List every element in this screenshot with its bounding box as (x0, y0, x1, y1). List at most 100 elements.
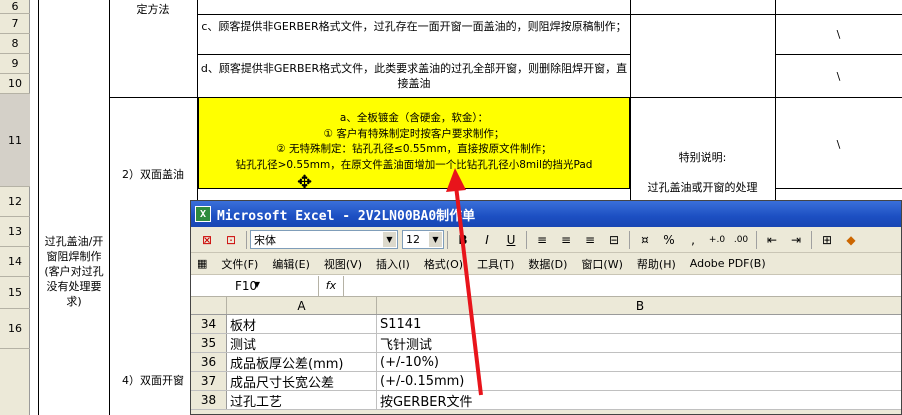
formula-input[interactable] (343, 275, 901, 296)
row-number[interactable]: 12 (0, 187, 30, 217)
move-cursor-icon: ✥ (297, 172, 313, 193)
cell-b[interactable]: (+/-10%) (377, 353, 901, 371)
cell-a[interactable]: 板材 (227, 315, 377, 333)
sheet-icon[interactable]: ▦ (197, 257, 207, 270)
na-mark: \ (836, 28, 841, 41)
cell-b[interactable]: 按GERBER文件 (377, 391, 901, 410)
font-name-select[interactable]: 宋体 ▼ (250, 230, 398, 249)
menu-file[interactable]: 文件(F) (221, 256, 258, 272)
borders-icon[interactable]: ⊞ (817, 230, 837, 250)
grid-line (630, 97, 902, 98)
name-box[interactable]: F10 ▼ (191, 275, 319, 296)
row-number[interactable]: 8 (0, 34, 30, 54)
menu-help[interactable]: 帮助(H) (637, 256, 676, 272)
decrease-decimal-icon[interactable]: .00 (731, 230, 751, 250)
pdf-convert-icon[interactable]: ⊡ (221, 230, 241, 250)
cell-b[interactable]: (+/-0.15mm) (377, 372, 901, 390)
column-header-a[interactable]: A (227, 297, 377, 314)
table-row: 36 成品板厚公差(mm) (+/-10%) (191, 353, 901, 372)
cell-a[interactable]: 过孔工艺 (227, 391, 377, 409)
chevron-down-icon[interactable]: ▼ (254, 280, 260, 289)
currency-icon[interactable]: ¤ (635, 230, 655, 250)
fill-color-icon[interactable]: ◆ (841, 230, 861, 250)
row-number[interactable]: 6 (0, 0, 30, 14)
formatting-toolbar: ⊠ ⊡ 宋体 ▼ 12 ▼ B I U ≡ ≡ ≡ ⊟ ¤ % , +.0 .0… (191, 227, 901, 253)
grid-line (630, 14, 902, 15)
na-mark: \ (836, 70, 841, 83)
table-row: 34 板材 S1141 (191, 315, 901, 334)
window-title: Microsoft Excel - 2V2LN00BA0制作单 (217, 208, 476, 224)
menu-window[interactable]: 窗口(W) (581, 256, 622, 272)
double-cover-label: 2）双面盖油 (122, 168, 184, 181)
select-all-corner[interactable] (191, 297, 227, 314)
row-number[interactable]: 11 (0, 94, 30, 187)
row-number[interactable]: 14 (0, 247, 30, 277)
cell-b[interactable]: S1141 (377, 315, 901, 333)
grid-line (775, 188, 902, 189)
pdf-icon[interactable]: ⊠ (197, 230, 217, 250)
toolbar-separator (447, 230, 448, 249)
comma-icon[interactable]: , (683, 230, 703, 250)
function-icon[interactable]: fx (319, 279, 343, 292)
italic-button[interactable]: I (477, 230, 497, 250)
chevron-down-icon[interactable]: ▼ (429, 232, 442, 247)
excel-window[interactable]: X Microsoft Excel - 2V2LN00BA0制作单 ⊠ ⊡ 宋体… (190, 200, 902, 415)
menu-insert[interactable]: 插入(I) (376, 256, 410, 272)
cell-a[interactable]: 成品尺寸长宽公差 (227, 372, 377, 390)
toolbar-separator (526, 230, 527, 249)
menu-data[interactable]: 数据(D) (528, 256, 567, 272)
toolbar-separator (629, 230, 630, 249)
align-center-icon[interactable]: ≡ (556, 230, 576, 250)
grid-line (109, 0, 110, 415)
indent-icon[interactable]: ⇥ (786, 230, 806, 250)
column-header-row: A B (191, 297, 901, 315)
menu-format[interactable]: 格式(O) (424, 256, 463, 272)
menu-tools[interactable]: 工具(T) (477, 256, 514, 272)
bold-button[interactable]: B (453, 230, 473, 250)
increase-decimal-icon[interactable]: +.0 (707, 230, 727, 250)
underline-button[interactable]: U (501, 230, 521, 250)
rule-c-text: c、顾客提供非GERBER格式文件，过孔存在一面开窗一面盖油的，则阻焊按原稿制作… (201, 20, 627, 33)
font-size-value: 12 (406, 233, 420, 246)
percent-icon[interactable]: % (659, 230, 679, 250)
excel-icon: X (195, 206, 211, 222)
group-label: 过孔盖油/开窗阻焊制作(客户对过孔没有处理要求) (44, 235, 104, 308)
align-left-icon[interactable]: ≡ (532, 230, 552, 250)
row-number[interactable]: 10 (0, 74, 30, 94)
row-number[interactable]: 34 (191, 315, 227, 333)
double-open-label: 4）双面开窗 (122, 374, 184, 387)
menu-edit[interactable]: 编辑(E) (272, 256, 310, 272)
cell-a[interactable]: 成品板厚公差(mm) (227, 353, 377, 371)
column-header-b[interactable]: B (377, 297, 901, 314)
row-number[interactable]: 16 (0, 309, 30, 349)
grid-line (38, 0, 39, 415)
table-row: 35 测试 飞针测试 (191, 334, 901, 353)
yellow-line: ① 客户有特殊制定时按客户要求制作； (323, 127, 505, 140)
row-number[interactable]: 36 (191, 353, 227, 371)
row-number[interactable]: 13 (0, 217, 30, 247)
row-number[interactable]: 37 (191, 372, 227, 390)
menu-bar: ▦ 文件(F) 编辑(E) 视图(V) 插入(I) 格式(O) 工具(T) 数据… (191, 253, 901, 275)
row-number[interactable]: 35 (191, 334, 227, 352)
cell-b[interactable]: 飞针测试 (377, 334, 901, 353)
row-number[interactable]: 9 (0, 54, 30, 74)
menu-adobe-pdf[interactable]: Adobe PDF(B) (690, 257, 766, 270)
outdent-icon[interactable]: ⇤ (762, 230, 782, 250)
row-number[interactable]: 15 (0, 277, 30, 309)
worksheet-grid: A B 34 板材 S1141 35 测试 飞针测试 36 成品板厚公差(mm)… (191, 297, 901, 410)
special-note-title: 特别说明: (678, 151, 727, 164)
title-bar[interactable]: X Microsoft Excel - 2V2LN00BA0制作单 (191, 201, 901, 227)
grid-line (775, 54, 902, 55)
font-size-select[interactable]: 12 ▼ (402, 230, 444, 249)
toolbar-separator (756, 230, 757, 249)
merge-center-icon[interactable]: ⊟ (604, 230, 624, 250)
align-right-icon[interactable]: ≡ (580, 230, 600, 250)
chevron-down-icon[interactable]: ▼ (383, 232, 396, 247)
menu-view[interactable]: 视图(V) (324, 256, 362, 272)
font-name-value: 宋体 (254, 233, 276, 247)
row-number[interactable]: 38 (191, 391, 227, 409)
row-number[interactable]: 7 (0, 14, 30, 34)
special-note-body: 过孔盖油或开窗的处理 (647, 181, 758, 194)
method-label: 定方法 (136, 3, 170, 16)
cell-a[interactable]: 测试 (227, 334, 377, 352)
